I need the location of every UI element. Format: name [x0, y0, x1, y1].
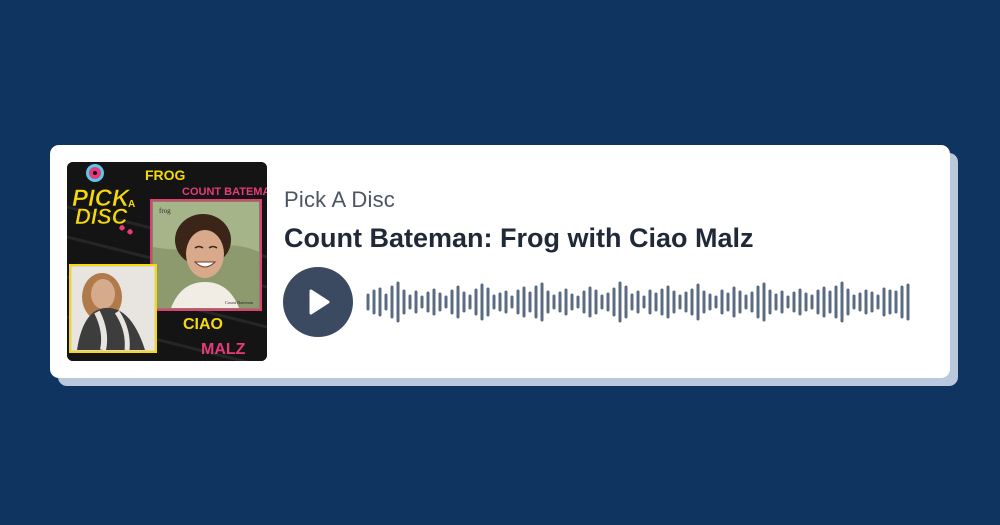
- album-artist-text: Count Bateman: [225, 300, 254, 305]
- disc-icon: [86, 164, 104, 182]
- episode-title[interactable]: Count Bateman: Frog with Ciao Malz: [284, 223, 754, 254]
- cover-word-ciao: CIAO: [183, 316, 223, 333]
- waveform[interactable]: [364, 277, 924, 327]
- show-name[interactable]: Pick A Disc: [284, 187, 395, 213]
- logo-disc: DISC: [75, 204, 129, 229]
- cover-word-count-bateman: COUNT BATEMAN: [182, 186, 267, 198]
- play-icon: [309, 289, 330, 315]
- cover-word-frog: FROG: [145, 167, 186, 183]
- album-title-text: frog: [159, 207, 171, 215]
- episode-cover-art: PICK A DISC FROG COUNT BATEMAN: [67, 162, 267, 361]
- album-photo: frog Count Bateman: [150, 199, 262, 311]
- artist-photo: [69, 264, 157, 353]
- play-button[interactable]: [283, 267, 353, 337]
- podcast-player-card: PICK A DISC FROG COUNT BATEMAN: [50, 145, 950, 378]
- logo-a: A: [128, 199, 135, 210]
- cover-art-graphic: PICK A DISC FROG COUNT BATEMAN: [67, 162, 267, 361]
- cover-word-malz: MALZ: [201, 341, 246, 358]
